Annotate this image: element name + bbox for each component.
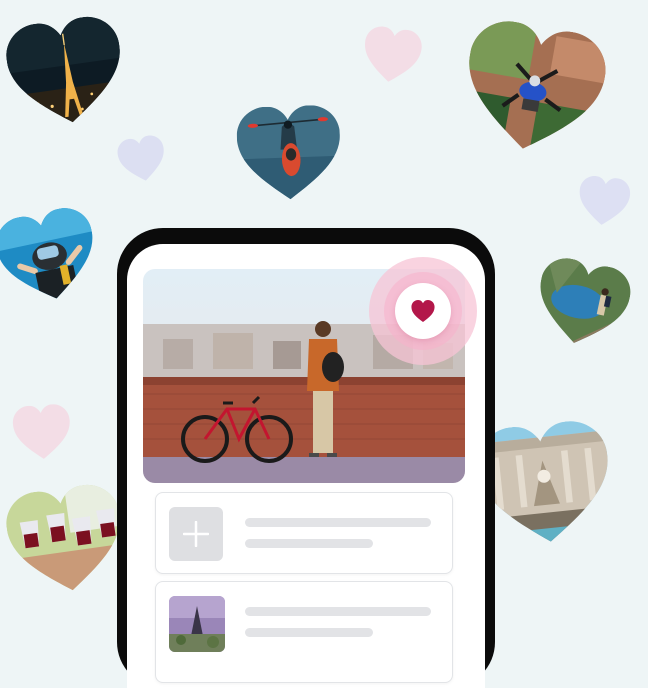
add-icon[interactable] — [169, 507, 223, 561]
hiker-lake-photo — [524, 253, 640, 358]
add-item-card[interactable] — [155, 492, 453, 574]
decorative-heart-icon — [114, 133, 171, 185]
paragliding-photo — [448, 14, 618, 168]
scuba-diver-photo — [0, 202, 110, 314]
placeholder-line — [245, 539, 373, 548]
eiffel-tower-photo — [0, 12, 136, 136]
decorative-heart-icon — [574, 174, 635, 228]
coastal-rocks-thumbnail — [169, 596, 225, 652]
list-item-card[interactable] — [155, 581, 453, 683]
decorative-heart-icon — [10, 403, 74, 461]
placeholder-line — [245, 628, 373, 637]
kayak-photo — [226, 104, 351, 206]
decorative-heart-icon — [357, 24, 428, 86]
placeholder-line — [245, 518, 431, 527]
heart-icon — [411, 300, 435, 322]
like-button[interactable] — [395, 283, 451, 339]
placeholder-line — [245, 607, 431, 616]
